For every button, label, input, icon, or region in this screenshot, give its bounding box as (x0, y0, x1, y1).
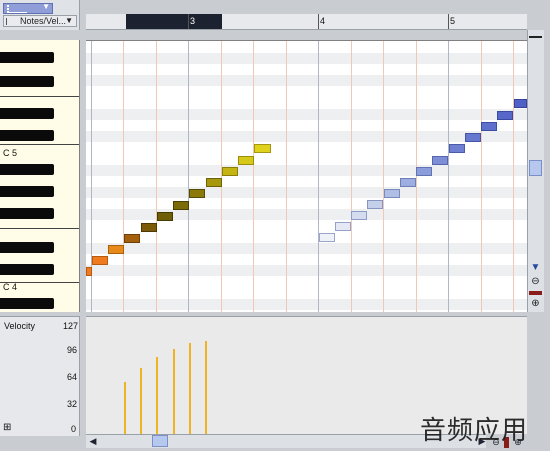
watermark-text: 音频应用 (420, 416, 529, 446)
velocity-bar[interactable] (173, 349, 175, 434)
loop-selection[interactable] (126, 14, 222, 29)
midi-note[interactable] (481, 122, 497, 131)
horizontal-scroll-thumb[interactable] (152, 435, 168, 447)
octave-label-c4: C 4 (3, 282, 18, 292)
chevron-down-icon: ▼ (42, 2, 50, 11)
pencil-tool-icon (7, 5, 27, 13)
piano-roll-grid[interactable] (86, 40, 527, 312)
black-key[interactable] (0, 76, 54, 87)
midi-note[interactable] (432, 156, 448, 165)
timeline-ruler[interactable]: 3 4 5 (86, 0, 527, 30)
velocity-scale-32: 32 (67, 399, 78, 409)
midi-note[interactable] (157, 212, 173, 221)
midi-note[interactable] (497, 111, 513, 120)
velocity-bar[interactable] (156, 357, 158, 434)
midi-note[interactable] (465, 133, 481, 142)
zoom-in-icon[interactable]: ⊕ (529, 298, 542, 310)
midi-note[interactable] (108, 245, 124, 254)
velocity-scale-0: 0 (71, 424, 77, 434)
bar-marker-5: 5 (450, 16, 456, 26)
midi-note[interactable] (86, 267, 92, 276)
midi-note[interactable] (335, 222, 351, 231)
velocity-scale-96: 96 (67, 345, 78, 355)
piano-keyboard[interactable]: C 5 C 4 (0, 40, 80, 312)
midi-note[interactable] (400, 178, 416, 187)
midi-note[interactable] (124, 234, 140, 243)
velocity-bar[interactable] (124, 382, 126, 434)
velocity-bar[interactable] (205, 341, 207, 434)
vertical-scroll-thumb[interactable] (529, 160, 542, 176)
scroll-down-button[interactable]: ▼ (529, 262, 542, 274)
velocity-lane-header: Velocity 127 96 64 32 0 ⊞ (0, 316, 80, 436)
chevron-down-icon: ▼ (65, 16, 73, 25)
bar-marker-3: 3 (190, 16, 196, 26)
midi-note[interactable] (416, 167, 432, 176)
zoom-level-indicator[interactable] (529, 291, 542, 295)
midi-note[interactable] (514, 99, 527, 108)
midi-note[interactable] (206, 178, 222, 187)
black-key[interactable] (0, 164, 54, 175)
velocity-bar[interactable] (189, 343, 191, 434)
velocity-scale-64: 64 (67, 372, 78, 382)
midi-note[interactable] (384, 189, 400, 198)
midi-note[interactable] (141, 223, 157, 232)
view-mode-label: Notes/Vel... (20, 16, 66, 26)
black-key[interactable] (0, 208, 54, 219)
midi-note[interactable] (319, 233, 335, 242)
zoom-out-icon[interactable]: ⊖ (529, 276, 542, 288)
midi-note[interactable] (449, 144, 465, 153)
black-key[interactable] (0, 52, 54, 63)
midi-note[interactable] (351, 211, 367, 220)
view-mode-dropdown[interactable]: Notes/Vel... ▼ (3, 15, 77, 27)
black-key[interactable] (0, 186, 54, 197)
black-key[interactable] (0, 130, 54, 141)
black-key[interactable] (0, 242, 54, 253)
octave-label-c5: C 5 (3, 148, 18, 158)
scroll-top-marker (529, 36, 542, 38)
midi-note[interactable] (222, 167, 238, 176)
velocity-title: Velocity (4, 321, 36, 331)
midi-note[interactable] (92, 256, 108, 265)
velocity-bars-icon (6, 18, 19, 25)
midi-note[interactable] (254, 144, 271, 153)
midi-note[interactable] (189, 189, 205, 198)
tool-dropdown[interactable]: ▼ (3, 2, 53, 14)
black-key[interactable] (0, 108, 54, 119)
midi-note[interactable] (238, 156, 254, 165)
velocity-scale-127: 127 (63, 321, 79, 331)
black-key[interactable] (0, 298, 54, 309)
arrow-left-icon[interactable]: ◀ (87, 435, 99, 447)
midi-note[interactable] (173, 201, 189, 210)
black-key[interactable] (0, 264, 54, 275)
bar-marker-4: 4 (320, 16, 326, 26)
midi-note[interactable] (367, 200, 383, 209)
velocity-bar[interactable] (140, 368, 142, 434)
expand-lane-icon[interactable]: ⊞ (3, 422, 11, 433)
